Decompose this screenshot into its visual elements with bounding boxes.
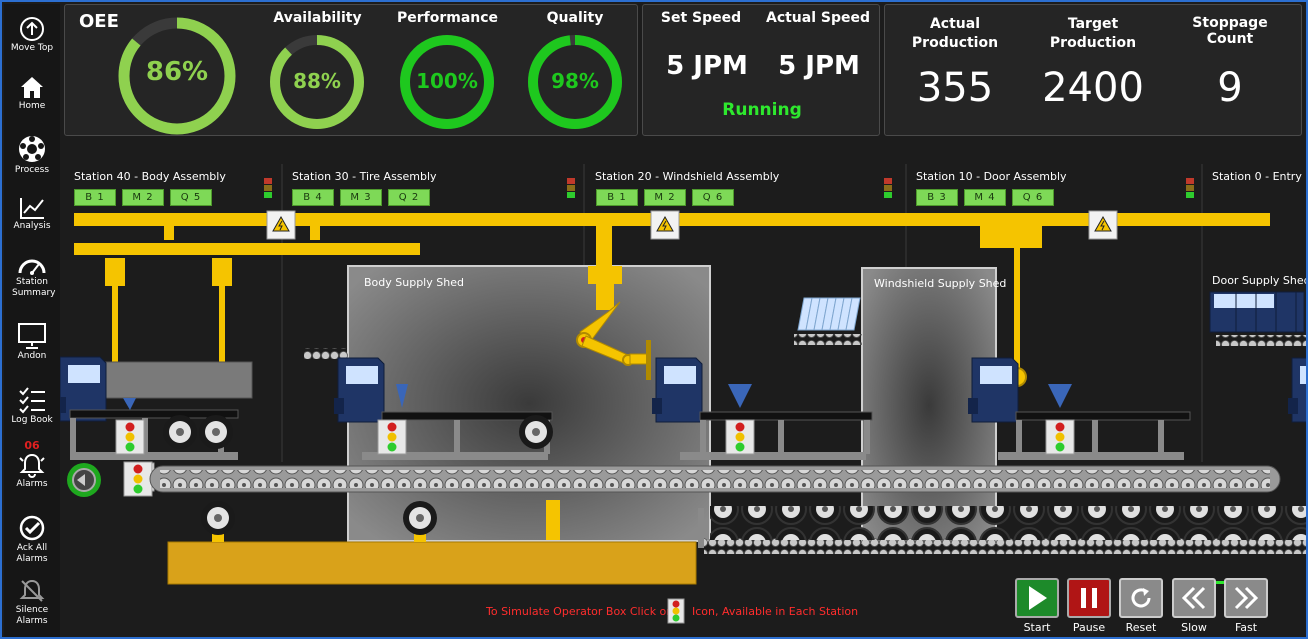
sidebar-item-label: Home (18, 101, 46, 111)
rewind-icon (1181, 586, 1206, 610)
hint-text-after: Icon, Available in Each Station (692, 605, 859, 618)
slow-label: Slow (1181, 621, 1207, 634)
pause-icon (1081, 588, 1097, 608)
fast-label: Fast (1234, 621, 1258, 634)
start-label: Start (1023, 621, 1051, 634)
sidebar-item-label: Move Top (10, 43, 54, 53)
sidebar-item-analysis[interactable]: Analysis (4, 196, 60, 232)
process-icon (19, 136, 45, 162)
start-button[interactable] (1015, 578, 1059, 618)
sidebar: Move Top Home Process Analysis Station S… (4, 4, 60, 637)
sidebar-item-process[interactable]: Process (4, 134, 60, 176)
windshield-supply-shed-label: Windshield Supply Shed (874, 277, 1007, 290)
reset-button[interactable] (1119, 578, 1163, 618)
station-30-label: Station 30 - Tire Assembly (292, 170, 437, 183)
station-40-tag[interactable]: Q 5 (170, 189, 212, 206)
station-20-tag[interactable]: Q 6 (692, 189, 734, 206)
performance-value: 100% (416, 69, 478, 93)
pause-label: Pause (1072, 621, 1106, 634)
reset-icon (1131, 588, 1151, 608)
alarm-count-badge: 06 (24, 439, 40, 452)
speed-panel: Set Speed Actual Speed 5 JPM 5 JPM Runni… (642, 4, 880, 136)
sidebar-item-label: Process (14, 165, 50, 175)
sidebar-item-andon[interactable]: Andon (4, 322, 60, 362)
line-chart-icon (20, 198, 44, 219)
monitor-icon (18, 323, 46, 349)
sidebar-item-label: Andon (17, 351, 47, 361)
oee-value: 86% (145, 57, 209, 87)
sidebar-item-label: Silence Alarms (15, 605, 49, 626)
station-30-tag[interactable]: Q 2 (388, 189, 430, 206)
station-0-label: Station 0 - Entry (1212, 170, 1302, 183)
target-production-value: 2400 (1042, 65, 1144, 111)
sidebar-item-alarms[interactable]: 06 Alarms (4, 440, 60, 490)
station-10-tag[interactable]: M 4 (964, 189, 1006, 206)
availability-title: Availability (273, 10, 362, 26)
pause-button[interactable] (1067, 578, 1111, 618)
station-40-tag[interactable]: M 2 (122, 189, 164, 206)
quality-title: Quality (546, 10, 604, 26)
actual-speed-title: Actual Speed (765, 10, 871, 26)
station-10-label: Station 10 - Door Assembly (916, 170, 1067, 183)
station-40-label: Station 40 - Body Assembly (74, 170, 226, 183)
station-10-tag[interactable]: B 3 (916, 189, 958, 206)
reset-label: Reset (1125, 621, 1157, 634)
sidebar-item-ack-all-alarms[interactable]: Ack All Alarms (4, 514, 60, 565)
sidebar-item-label: Log Book (11, 415, 53, 425)
target-production-title: Target Production (1049, 16, 1137, 51)
slow-button[interactable] (1172, 578, 1216, 618)
sidebar-item-label: Analysis (13, 221, 51, 231)
station-30-tag[interactable]: M 3 (340, 189, 382, 206)
sidebar-item-station-summary[interactable]: Station Summary (4, 254, 60, 299)
sidebar-item-silence-alarms[interactable]: Silence Alarms (4, 578, 60, 627)
sidebar-item-log-book[interactable]: Log Book (4, 386, 60, 426)
sidebar-item-move-top[interactable]: Move Top (4, 16, 60, 54)
stoppage-count-value: 9 (1217, 65, 1243, 111)
fast-forward-icon (1234, 586, 1259, 610)
gauge-icon (18, 259, 46, 275)
stoppage-count-title: Stoppage Count (1192, 15, 1268, 47)
availability-value: 88% (293, 69, 341, 93)
oee-panel: OEE Availability Performance Quality 86%… (64, 4, 638, 136)
play-icon (1029, 586, 1047, 610)
station-20-tag[interactable]: M 2 (644, 189, 686, 206)
bell-off-icon (19, 579, 45, 602)
quality-value: 98% (551, 69, 599, 93)
sidebar-item-label: Station Summary (12, 277, 56, 298)
home-icon (21, 77, 43, 98)
check-circle-icon (19, 515, 45, 541)
hint-text-before: To Simulate Operator Box Click on (486, 605, 674, 618)
actual-speed-value: 5 JPM (778, 51, 860, 81)
body-supply-shed-label: Body Supply Shed (364, 276, 464, 289)
checklist-icon (19, 387, 45, 414)
sidebar-item-label: Ack All Alarms (16, 543, 48, 564)
door-supply-shed-label: Door Supply Shed (1212, 274, 1308, 287)
station-40-tag[interactable]: B 1 (74, 189, 116, 206)
oee-title: OEE (79, 11, 119, 32)
speed-level-indicator (1172, 570, 1270, 584)
station-30-tag[interactable]: B 4 (292, 189, 334, 206)
assembly-line-scene: Station 40 - Body Assembly Station 30 - … (60, 152, 1308, 637)
assembly-line-graphic (60, 164, 1306, 585)
sidebar-item-label: Alarms (16, 479, 48, 489)
station-20-tag[interactable]: B 1 (596, 189, 638, 206)
performance-title: Performance (396, 10, 499, 26)
app-frame: Move Top Home Process Analysis Station S… (0, 0, 1308, 639)
set-speed-title: Set Speed (660, 10, 742, 26)
line-status: Running (722, 100, 802, 120)
actual-production-title: Actual Production (911, 16, 999, 51)
arrow-up-circle-icon (20, 17, 44, 41)
actual-production-value: 355 (916, 65, 994, 111)
station-20-label: Station 20 - Windshield Assembly (595, 170, 780, 183)
sidebar-item-home[interactable]: Home (4, 74, 60, 112)
bell-icon (19, 453, 45, 478)
fast-button[interactable] (1224, 578, 1268, 618)
station-10-tag[interactable]: Q 6 (1012, 189, 1054, 206)
production-panel: Actual Production Target Production Stop… (884, 4, 1302, 136)
set-speed-value: 5 JPM (666, 51, 748, 81)
operator-box-icon[interactable] (667, 598, 685, 624)
